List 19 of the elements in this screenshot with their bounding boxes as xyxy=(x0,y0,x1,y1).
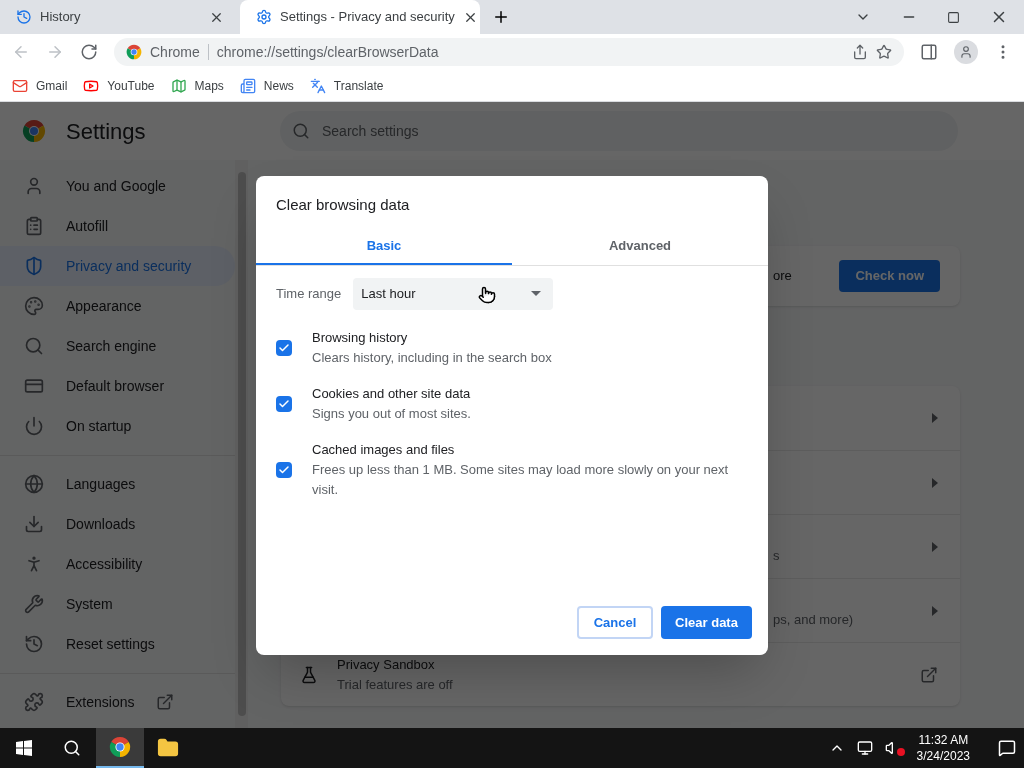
option-description: Signs you out of most sites. xyxy=(312,404,471,423)
option-description: Clears history, including in the search box xyxy=(312,348,552,367)
option-title: Cookies and other site data xyxy=(312,384,471,403)
tab-title: History xyxy=(40,8,82,27)
row-title: Privacy Sandbox xyxy=(337,656,436,674)
search-placeholder: Search settings xyxy=(322,121,419,141)
option-description: Frees up less than 1 MB. Some sites may load more slowly on your next visit. xyxy=(312,460,730,499)
tab-title: Settings - Privacy and security xyxy=(280,8,455,27)
row-text: ps, and more) xyxy=(773,611,854,627)
card-text: ore xyxy=(773,267,793,286)
url-text: chrome://settings/clearBrowserData xyxy=(216,42,439,62)
dialog-title: Clear browsing data xyxy=(275,195,411,215)
time-range-label: Time range xyxy=(276,284,342,303)
settings-title: Settings xyxy=(66,117,146,146)
option-title: Cached images and files xyxy=(312,440,456,459)
row-text: s xyxy=(773,547,780,563)
row-subtitle: Trial features are off xyxy=(337,675,454,694)
option-title: Browsing history xyxy=(312,328,409,347)
site-label: Chrome xyxy=(150,42,200,62)
